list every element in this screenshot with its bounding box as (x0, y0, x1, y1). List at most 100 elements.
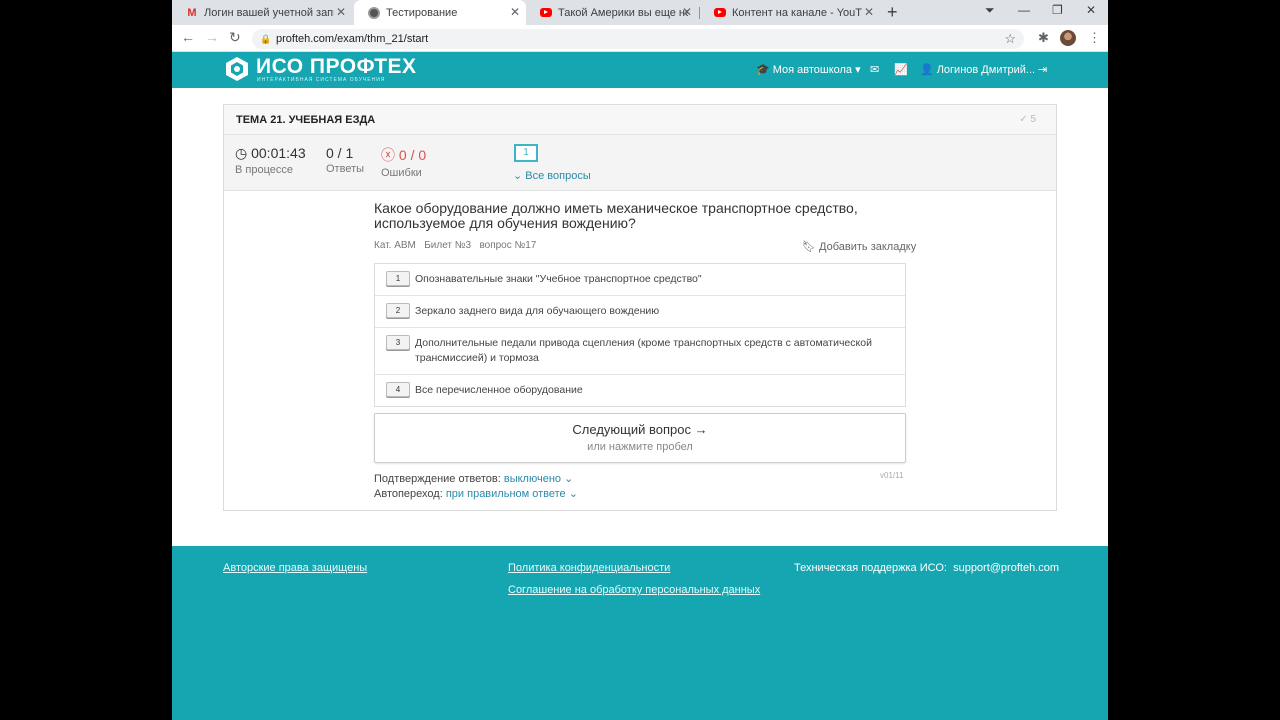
tab-gmail[interactable]: M Логин вашей учетной записи 6 ✕ (172, 0, 352, 25)
question-number: вопрос №17 (479, 240, 537, 251)
answer-text: Зеркало заднего вида для обучающего вожд… (415, 305, 660, 317)
close-window-icon[interactable]: ✕ (1086, 3, 1096, 17)
extensions-icon[interactable]: ✱ (1038, 30, 1049, 46)
error-circle-icon: ⓧ (381, 147, 395, 163)
new-tab-icon[interactable]: + (887, 2, 898, 23)
answer-option[interactable]: 1 Опознавательные знаки "Учебное транспо… (375, 264, 905, 296)
logout-icon[interactable]: ⇥ (1038, 63, 1047, 76)
answer-option[interactable]: 3 Дополнительные педали привода сцеплени… (375, 328, 905, 375)
answer-number: 3 (386, 335, 410, 350)
errors-stat: ⓧ 0 / 0 Ошибки (381, 145, 426, 179)
profile-avatar[interactable] (1060, 30, 1076, 46)
next-question-label: Следующий вопрос → (572, 422, 708, 437)
copyright-link[interactable]: Авторские права защищены (223, 562, 367, 574)
lock-icon: 🔒 (260, 34, 272, 44)
panel-header: ТЕМА 21. УЧЕБНАЯ ЕЗДА ✓ 5 (224, 105, 1056, 135)
answer-number: 2 (386, 303, 410, 318)
check-icon: ✓ (1019, 114, 1028, 125)
agreement-link[interactable]: Соглашение на обработку персональных дан… (508, 584, 760, 596)
autonext-value: при правильном ответе (445, 488, 566, 500)
answers-value: 0 / 1 (326, 145, 354, 161)
browser-toolbar: ← → ↻ 🔒 profteh.com/exam/thm_21/start ☆ … (172, 25, 1108, 52)
add-bookmark-button[interactable]: 🔖︎ Добавить закладку (802, 240, 916, 253)
bookmark-star-icon[interactable]: ☆ (1004, 29, 1016, 49)
chevron-down-icon: ⌄ (513, 170, 523, 182)
confirm-setting: Подтверждение ответов: выключено ⌄ (374, 472, 573, 485)
timer-stat: ◷ 00:01:43 В процессе (235, 145, 306, 176)
next-question-button[interactable]: Следующий вопрос → или нажмите пробел (374, 413, 906, 463)
errors-value: 0 / 0 (398, 147, 427, 163)
answer-list: 1 Опознавательные знаки "Учебное транспо… (374, 263, 906, 407)
chevron-down-icon: ⌄ (568, 488, 578, 500)
privacy-link[interactable]: Политика конфиденциальности (508, 562, 670, 574)
all-questions-toggle[interactable]: ⌄ Все вопросы (513, 169, 591, 182)
graduation-cap-icon: 🎓 (756, 64, 770, 76)
back-icon[interactable]: ← (181, 29, 195, 45)
question-count: ✓ 5 (1019, 114, 1036, 125)
menu-icon[interactable]: ⋮ (1088, 30, 1101, 46)
clock-icon: ◷ (235, 145, 248, 161)
question-nav-chip[interactable]: 1 (514, 144, 538, 162)
autonext-setting: Автопереход: при правильном ответе ⌄ (374, 487, 578, 500)
confirm-dropdown[interactable]: выключено ⌄ (504, 473, 573, 485)
logo-icon[interactable] (224, 56, 250, 82)
timer-label: В процессе (235, 164, 293, 176)
restore-icon[interactable]: ❐ (1052, 3, 1063, 17)
school-label: Моя автошкола (772, 64, 853, 76)
logo-title[interactable]: ИСО ПРОФТЕХ (256, 56, 417, 78)
confirm-label: Подтверждение ответов: (374, 473, 501, 485)
support-email[interactable]: support@profteh.com (953, 562, 1059, 574)
chevron-down-icon: ⌄ (564, 473, 574, 485)
forward-icon[interactable]: → (205, 29, 219, 45)
youtube-icon (540, 8, 552, 17)
bookmark-label: Добавить закладку (819, 241, 917, 253)
bookmark-icon: 🔖︎ (802, 241, 816, 253)
mail-icon[interactable]: ✉ (870, 63, 879, 76)
answer-text: Дополнительные педали привода сцепления … (415, 337, 872, 364)
answer-option[interactable]: 4 Все перечисленное оборудование (375, 375, 905, 406)
user-menu[interactable]: 👤 Логинов Дмитрий... (920, 63, 1035, 76)
confirm-value: выключено (503, 473, 562, 485)
close-icon[interactable]: ✕ (336, 5, 346, 19)
site-footer: Авторские права защищены Политика конфид… (172, 546, 1108, 720)
question-category: Кат. ABM (374, 240, 416, 251)
tab-strip: M Логин вашей учетной записи 6 ✕ Тестиро… (172, 0, 1108, 25)
tab-youtube-studio[interactable]: Контент на канале - YouTube St ✕ (700, 0, 880, 25)
tab-title: Такой Америки вы еще не видел (558, 6, 688, 19)
question-meta: Кат. ABM Билет №3 вопрос №17 (374, 240, 536, 251)
autonext-dropdown[interactable]: при правильном ответе ⌄ (446, 488, 578, 500)
tab-title: Тестирование (386, 6, 458, 19)
tab-youtube-america[interactable]: Такой Америки вы еще не видел ✕ (526, 0, 698, 25)
url-text: profteh.com/exam/thm_21/start (276, 33, 429, 45)
question-text: Какое оборудование должно иметь механиче… (374, 200, 858, 231)
support-label: Техническая поддержка ИСО: (794, 562, 947, 574)
gmail-icon: M (187, 6, 197, 19)
errors-label: Ошибки (381, 167, 422, 179)
reload-icon[interactable]: ↻ (229, 29, 241, 46)
profteh-icon (368, 6, 380, 19)
youtube-icon (714, 8, 726, 17)
answers-label: Ответы (326, 163, 365, 175)
browser-window: M Логин вашей учетной записи 6 ✕ Тестиро… (172, 0, 1108, 720)
answer-option[interactable]: 2 Зеркало заднего вида для обучающего во… (375, 296, 905, 328)
panel-title: ТЕМА 21. УЧЕБНАЯ ЕЗДА (236, 114, 376, 126)
close-icon[interactable]: ✕ (510, 5, 520, 19)
school-menu[interactable]: 🎓 Моя автошкола ▾ (756, 63, 861, 76)
tab-title: Логин вашей учетной записи 6 (204, 6, 334, 19)
logo-subtitle: ИНТЕРАКТИВНАЯ СИСТЕМА ОБУЧЕНИЯ (257, 77, 386, 83)
support-info: Техническая поддержка ИСО: support@proft… (794, 562, 1059, 574)
all-questions-label: Все вопросы (525, 170, 591, 182)
tab-search-icon[interactable]: ⏷ (985, 3, 995, 18)
user-icon: 👤 (920, 64, 934, 76)
minimize-icon[interactable]: — (1018, 3, 1030, 17)
address-bar[interactable]: 🔒 profteh.com/exam/thm_21/start ☆ (252, 29, 1024, 49)
question-ticket: Билет №3 (424, 240, 472, 251)
answer-text: Опознавательные знаки "Учебное транспорт… (415, 273, 702, 285)
close-icon[interactable]: ✕ (682, 5, 692, 19)
answer-text: Все перечисленное оборудование (415, 384, 583, 396)
close-icon[interactable]: ✕ (864, 5, 874, 19)
tab-testing[interactable]: Тестирование ✕ (354, 0, 526, 25)
next-question-hint: или нажмите пробел (587, 441, 693, 453)
timer-value: 00:01:43 (251, 145, 306, 161)
stats-icon[interactable]: 📈 (894, 63, 908, 76)
